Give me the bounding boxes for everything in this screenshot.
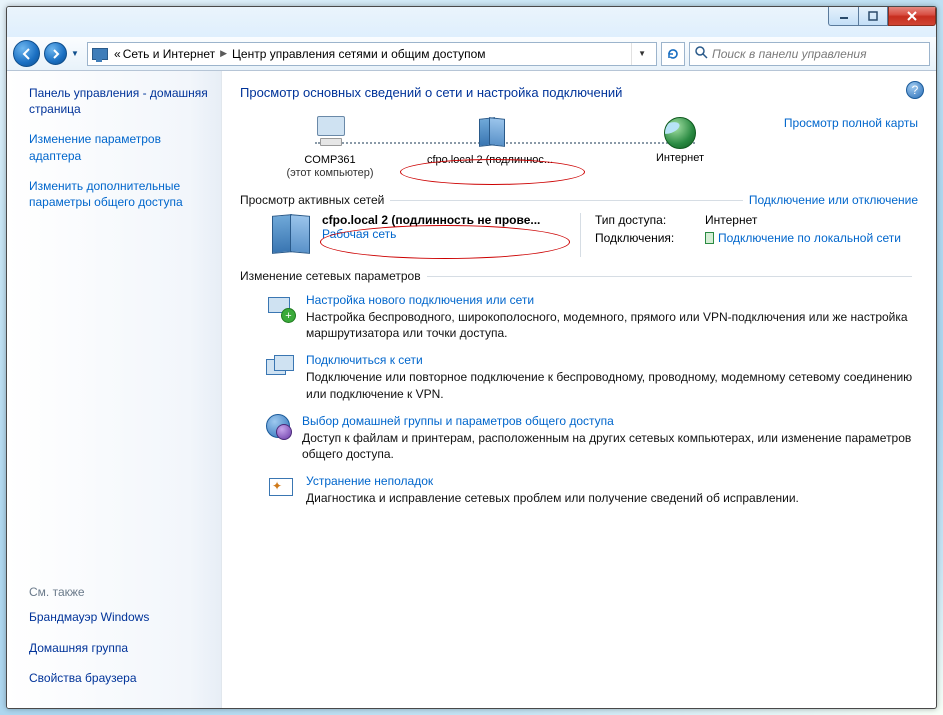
computer-icon bbox=[311, 114, 349, 152]
page-title: Просмотр основных сведений о сети и наст… bbox=[240, 85, 918, 100]
address-bar[interactable]: « Сеть и Интернет ▶ Центр управления сет… bbox=[87, 42, 657, 66]
minimize-button[interactable] bbox=[828, 6, 858, 26]
see-also-homegroup[interactable]: Домашняя группа bbox=[29, 640, 211, 656]
view-full-map-link[interactable]: Просмотр полной карты bbox=[784, 116, 918, 130]
body: Панель управления - домашняя страница Из… bbox=[7, 71, 936, 708]
nav-row: ▼ « Сеть и Интернет ▶ Центр управления с… bbox=[7, 37, 936, 71]
network-server-icon bbox=[270, 213, 312, 257]
network-type-link[interactable]: Рабочая сеть bbox=[322, 227, 396, 241]
network-name: cfpo.local 2 (подлинность не прове... bbox=[322, 213, 540, 227]
see-also-firewall[interactable]: Брандмауэр Windows bbox=[29, 609, 211, 625]
active-network-block: cfpo.local 2 (подлинность не прове... Ра… bbox=[270, 213, 918, 257]
breadcrumb-seg1[interactable]: Сеть и Интернет bbox=[123, 47, 215, 61]
server-icon bbox=[471, 114, 509, 152]
setting-connect-network[interactable]: Подключиться к сети Подключение или повт… bbox=[266, 353, 918, 401]
map-node-this-pc[interactable]: COMP361 (этот компьютер) bbox=[265, 114, 395, 179]
history-dropdown[interactable]: ▼ bbox=[71, 49, 83, 58]
breadcrumb-seg2[interactable]: Центр управления сетями и общим доступом bbox=[232, 47, 486, 61]
see-also-header: См. также bbox=[29, 585, 211, 599]
addr-dropdown[interactable]: ▼ bbox=[631, 43, 652, 65]
main-content: ? Просмотр основных сведений о сети и на… bbox=[222, 71, 936, 708]
setting-homegroup[interactable]: Выбор домашней группы и параметров общег… bbox=[266, 414, 918, 462]
access-type-value: Интернет bbox=[705, 213, 918, 227]
sidebar: Панель управления - домашняя страница Из… bbox=[7, 71, 222, 708]
troubleshoot-icon bbox=[266, 474, 294, 502]
window: ▼ « Сеть и Интернет ▶ Центр управления с… bbox=[6, 6, 937, 709]
refresh-button[interactable] bbox=[661, 42, 685, 66]
network-center-icon bbox=[92, 46, 108, 62]
search-box[interactable]: Поиск в панели управления bbox=[689, 42, 930, 66]
map-node-domain[interactable]: cfpo.local 2 (подлиннос... bbox=[425, 114, 555, 167]
change-settings-header: Изменение сетевых параметров bbox=[240, 269, 421, 283]
connections-label: Подключения: bbox=[595, 231, 705, 245]
back-button[interactable] bbox=[13, 40, 40, 67]
globe-icon bbox=[664, 117, 696, 149]
chevron-right-icon: ▶ bbox=[220, 48, 227, 59]
sidebar-link-adapter[interactable]: Изменение параметров адаптера bbox=[29, 131, 211, 163]
search-icon bbox=[694, 45, 708, 62]
help-icon[interactable]: ? bbox=[906, 81, 924, 99]
network-map: Просмотр полной карты COMP361 (этот комп… bbox=[240, 114, 918, 189]
search-placeholder: Поиск в панели управления bbox=[712, 47, 867, 61]
homegroup-icon bbox=[266, 414, 290, 438]
map-node-internet[interactable]: Интернет bbox=[615, 114, 745, 165]
setting-new-connection[interactable]: Настройка нового подключения или сети На… bbox=[266, 293, 918, 341]
maximize-button[interactable] bbox=[858, 6, 888, 26]
divider bbox=[390, 200, 743, 201]
connection-link[interactable]: Подключение по локальной сети bbox=[718, 231, 901, 245]
active-networks-header: Просмотр активных сетей bbox=[240, 193, 384, 207]
see-also-inetopts[interactable]: Свойства браузера bbox=[29, 670, 211, 686]
connect-network-icon bbox=[266, 353, 294, 381]
close-button[interactable] bbox=[888, 6, 936, 26]
divider bbox=[427, 276, 912, 277]
window-buttons bbox=[828, 6, 936, 26]
titlebar bbox=[7, 7, 936, 37]
nic-icon bbox=[705, 232, 714, 244]
new-connection-icon bbox=[266, 293, 294, 321]
sidebar-link-home[interactable]: Панель управления - домашняя страница bbox=[29, 85, 211, 117]
access-type-label: Тип доступа: bbox=[595, 213, 705, 227]
forward-button[interactable] bbox=[44, 42, 67, 65]
sidebar-link-sharing[interactable]: Изменить дополнительные параметры общего… bbox=[29, 178, 211, 210]
breadcrumb-back[interactable]: « bbox=[114, 47, 121, 61]
setting-troubleshoot[interactable]: Устранение неполадок Диагностика и испра… bbox=[266, 474, 918, 506]
connect-disconnect-link[interactable]: Подключение или отключение bbox=[749, 193, 918, 207]
